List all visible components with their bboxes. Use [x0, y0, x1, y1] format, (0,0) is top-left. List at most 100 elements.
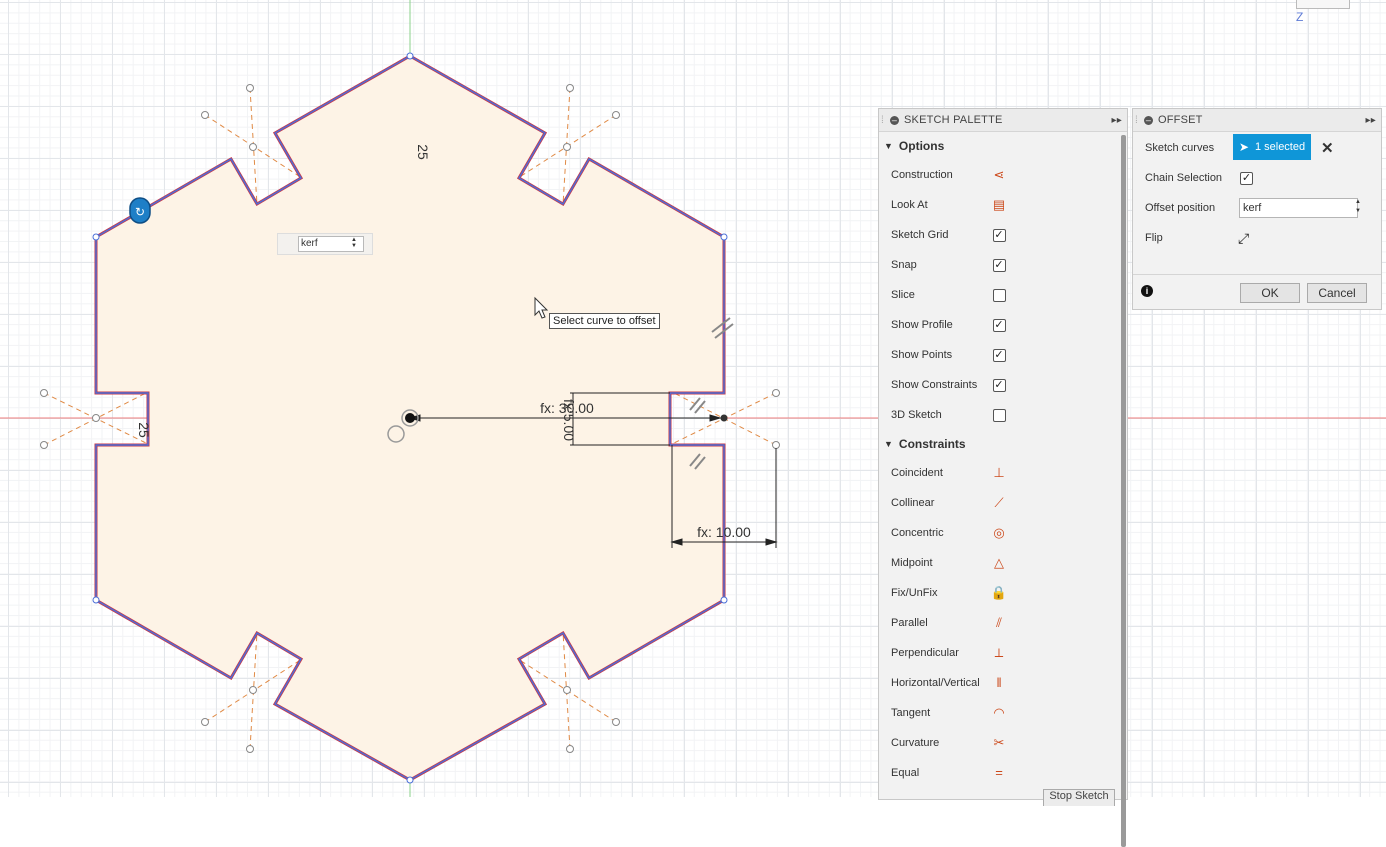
sketch-curves-selection-button[interactable]: ➤ 1 selected — [1233, 134, 1311, 160]
equal-control[interactable]: = — [991, 765, 1007, 781]
cancel-button[interactable]: Cancel — [1307, 283, 1367, 303]
triangle-down-icon: ▼ — [884, 439, 893, 449]
show-constraints-checkbox[interactable]: ✓ — [992, 378, 1006, 392]
option-show-points[interactable]: Show Points ✓ — [879, 340, 1119, 370]
show-points-control[interactable]: ✓ — [991, 347, 1007, 363]
construction-control[interactable]: ⋖ — [991, 167, 1007, 183]
constraint-parallel[interactable]: Parallel ⫽ — [879, 608, 1119, 638]
option-construction[interactable]: Construction ⋖ — [879, 160, 1119, 190]
chain-selection-checkbox[interactable]: ✓ — [1240, 172, 1253, 185]
option-look-at[interactable]: Look At ▤ — [879, 190, 1119, 220]
stop-sketch-button[interactable]: Stop Sketch — [1043, 789, 1115, 806]
constraint-label: Parallel — [891, 617, 928, 629]
option-snap[interactable]: Snap ✓ — [879, 250, 1119, 280]
dimension-endpoint — [720, 414, 728, 422]
option-slice[interactable]: Slice — [879, 280, 1119, 310]
flip-label: Flip — [1145, 232, 1163, 244]
parallel-icon[interactable]: ⫽ — [996, 615, 1002, 631]
midpoint-control[interactable]: △ — [991, 555, 1007, 571]
constraint-equal[interactable]: Equal = — [879, 758, 1119, 783]
clear-selection-icon[interactable]: ✕ — [1321, 139, 1334, 157]
horizontal-vertical-icon[interactable]: ‖ — [996, 675, 1001, 691]
option-label: 3D Sketch — [891, 409, 942, 421]
triangle-down-icon: ▼ — [884, 141, 893, 151]
look-at-control[interactable]: ▤ — [991, 197, 1007, 213]
collinear-icon[interactable]: ⟋ — [994, 495, 1003, 511]
pointer-icon: ➤ — [1238, 140, 1249, 154]
ok-button[interactable]: OK — [1240, 283, 1300, 303]
collapse-icon[interactable]: – — [890, 115, 899, 125]
sketch-grid-control[interactable]: ✓ — [991, 227, 1007, 243]
curvature-control[interactable]: ✂ — [991, 735, 1007, 751]
expand-icon[interactable]: ▸▸ — [1112, 115, 1122, 126]
constraints-section-header[interactable]: ▼ Constraints — [879, 430, 1119, 458]
horizontal-vertical-control[interactable]: ‖ — [991, 675, 1007, 691]
constraint-fix-unfix[interactable]: Fix/UnFix 🔒 — [879, 578, 1119, 608]
tooltip: Select curve to offset — [549, 313, 660, 329]
3d-sketch-control[interactable] — [991, 407, 1007, 423]
look-at-icon[interactable]: ▤ — [993, 197, 1005, 213]
divider — [1133, 274, 1381, 275]
snap-checkbox[interactable]: ✓ — [992, 258, 1006, 272]
show-constraints-control[interactable]: ✓ — [991, 377, 1007, 393]
curvature-icon[interactable]: ✂ — [994, 735, 1005, 751]
chain-selection-label: Chain Selection — [1145, 172, 1223, 184]
coincident-control[interactable]: ⊥ — [991, 465, 1007, 481]
info-icon[interactable]: i — [1141, 285, 1153, 297]
grip-icon[interactable]: ⁞ — [881, 115, 887, 126]
constraint-label: Horizontal/Vertical — [891, 677, 980, 689]
coincident-icon[interactable]: ⊥ — [993, 465, 1004, 481]
expand-icon[interactable]: ▸▸ — [1366, 115, 1376, 126]
option-label: Look At — [891, 199, 928, 211]
offset-spinner-icon[interactable]: ▲ ▼ — [1355, 198, 1363, 216]
constraint-tangent[interactable]: Tangent ◠ — [879, 698, 1119, 728]
lock-icon[interactable]: 🔒 — [991, 585, 1007, 601]
equal-icon[interactable]: = — [995, 765, 1003, 781]
constraint-concentric[interactable]: Concentric ◎ — [879, 518, 1119, 548]
sketch-palette-header[interactable]: ⁞ – SKETCH PALETTE ▸▸ — [879, 109, 1127, 132]
concentric-control[interactable]: ◎ — [991, 525, 1007, 541]
palette-scrollbar[interactable] — [1121, 135, 1126, 847]
constraint-perpendicular[interactable]: Perpendicular ⟂ — [879, 638, 1119, 668]
3d-sketch-checkbox[interactable] — [992, 408, 1006, 422]
option-3d-sketch[interactable]: 3D Sketch — [879, 400, 1119, 430]
midpoint-icon[interactable]: △ — [994, 555, 1004, 571]
sketch-grid-checkbox[interactable]: ✓ — [992, 228, 1006, 242]
inline-offset-input[interactable]: kerf ▲ ▼ — [277, 233, 373, 255]
tangent-icon[interactable]: ◠ — [993, 705, 1004, 721]
construction-icon[interactable]: ⋖ — [994, 167, 1005, 183]
constraint-collinear[interactable]: Collinear ⟋ — [879, 488, 1119, 518]
option-show-constraints[interactable]: Show Constraints ✓ — [879, 370, 1119, 400]
option-sketch-grid[interactable]: Sketch Grid ✓ — [879, 220, 1119, 250]
inline-spinner-icon[interactable]: ▲ ▼ — [351, 237, 357, 249]
show-points-checkbox[interactable]: ✓ — [992, 348, 1006, 362]
constraint-coincident[interactable]: Coincident ⊥ — [879, 458, 1119, 488]
parallel-control[interactable]: ⫽ — [991, 615, 1007, 631]
flip-icon[interactable]: ⤢ — [1238, 230, 1249, 247]
sketch-palette-body: ▼ Options Construction ⋖ Look At ▤ Sketch Gr… — [879, 132, 1119, 783]
offset-header[interactable]: ⁞ – OFFSET ▸▸ — [1133, 109, 1381, 132]
offset-position-input[interactable]: kerf — [1239, 198, 1358, 218]
show-profile-control[interactable]: ✓ — [991, 317, 1007, 333]
show-profile-checkbox[interactable]: ✓ — [992, 318, 1006, 332]
grip-icon[interactable]: ⁞ — [1135, 115, 1141, 126]
slice-control[interactable] — [991, 287, 1007, 303]
option-show-profile[interactable]: Show Profile ✓ — [879, 310, 1119, 340]
option-label: Construction — [891, 169, 953, 181]
perpendicular-icon[interactable]: ⟂ — [995, 645, 1004, 661]
collapse-icon[interactable]: – — [1144, 115, 1153, 125]
snap-control[interactable]: ✓ — [991, 257, 1007, 273]
fix-unfix-control[interactable]: 🔒 — [991, 585, 1007, 601]
options-section-header[interactable]: ▼ Options — [879, 132, 1119, 160]
concentric-icon[interactable]: ◎ — [993, 525, 1004, 541]
constraint-label: Fix/UnFix — [891, 587, 938, 599]
constraint-curvature[interactable]: Curvature ✂ — [879, 728, 1119, 758]
perpendicular-control[interactable]: ⟂ — [991, 645, 1007, 661]
tangent-control[interactable]: ◠ — [991, 705, 1007, 721]
constraint-midpoint[interactable]: Midpoint △ — [879, 548, 1119, 578]
slice-checkbox[interactable] — [992, 288, 1006, 302]
collinear-control[interactable]: ⟋ — [991, 495, 1007, 511]
constraint-horizontal-vertical[interactable]: Horizontal/Vertical ‖ — [879, 668, 1119, 698]
dimension-vertical-label: fx:5.00 — [561, 399, 577, 441]
constraint-label: Concentric — [891, 527, 944, 539]
